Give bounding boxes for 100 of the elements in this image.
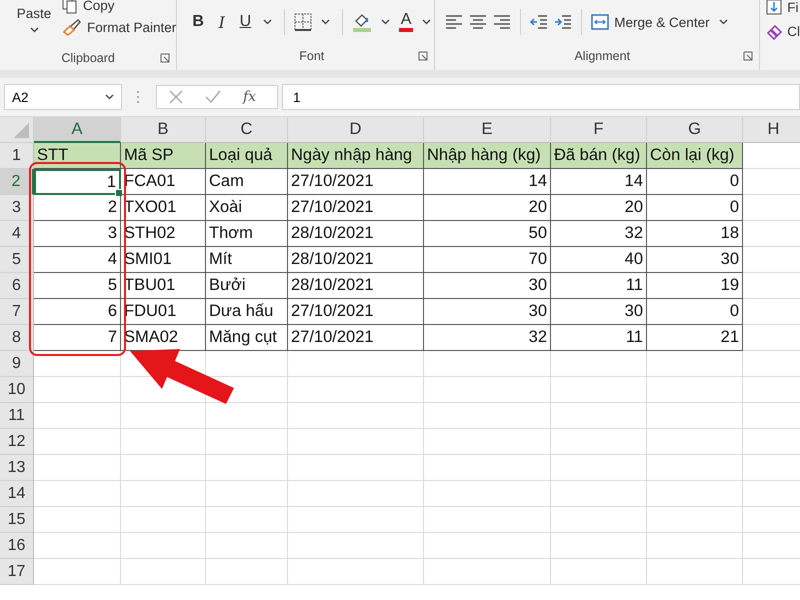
table-cell: 30 [424,273,551,299]
align-center-icon[interactable] [469,13,488,31]
row-header[interactable]: 5 [0,247,34,273]
table-cell: 1 [34,169,121,195]
fill-handle[interactable] [115,189,123,197]
column-header[interactable]: G [647,117,743,143]
dialog-launcher-icon[interactable] [743,51,754,61]
table-cell: 4 [34,247,121,273]
table-cell: 6 [34,299,121,325]
table-cell: 27/10/2021 [288,169,424,195]
eraser-icon[interactable] [766,22,782,40]
row-header[interactable]: 11 [0,403,34,429]
table-cell: 28/10/2021 [288,247,424,273]
table-cell: 40 [551,247,647,273]
decrease-indent-icon[interactable] [530,13,548,31]
table-cell: 20 [551,195,647,221]
table-cell: 14 [424,169,551,195]
table-cell: Ngày nhập hàng [288,143,424,169]
dialog-launcher-icon[interactable] [418,51,428,61]
table-cell: 27/10/2021 [288,195,424,221]
fill-bucket-icon[interactable] [352,12,372,32]
paste-button[interactable]: Paste [10,0,58,48]
copy-icon[interactable] [62,0,78,14]
table-cell: Còn lại (kg) [647,143,743,169]
row-header[interactable]: 2 [0,169,34,195]
table-cell: 19 [647,273,743,299]
row-header[interactable]: 14 [0,481,34,507]
table-cell: 11 [551,325,647,351]
row-header[interactable]: 9 [0,351,34,377]
group-label: Clipboard [61,51,115,65]
table-cell: 21 [647,325,743,351]
table-cell: STT [34,143,121,169]
column-header[interactable]: H [743,117,800,143]
borders-icon[interactable] [294,13,312,31]
fill-down-icon[interactable] [766,0,782,16]
column-header[interactable]: D [288,117,424,143]
table-cell: 28/10/2021 [288,221,424,247]
underline-button[interactable]: U [236,13,254,31]
column-header[interactable]: B [121,117,206,143]
caret-icon[interactable] [422,19,432,25]
caret-icon[interactable] [321,19,330,25]
row-header[interactable]: 3 [0,195,34,221]
grip-icon[interactable] [136,90,140,104]
row-header[interactable]: 1 [0,143,34,169]
ribbon-button[interactable]: Cl [766,20,800,42]
check-icon[interactable] [205,90,221,104]
table-cell: 0 [647,195,743,221]
row-header[interactable]: 4 [0,221,34,247]
caret-icon[interactable] [105,94,114,100]
row-header[interactable]: 10 [0,377,34,403]
insert-function-button[interactable]: fx [243,89,256,105]
caret-icon[interactable] [718,19,728,25]
table-cell: Cam [206,169,288,195]
row-header[interactable]: 16 [0,533,34,559]
table-cell: Mã SP [121,143,206,169]
table-cell: 30 [551,299,647,325]
row-header[interactable]: 13 [0,455,34,481]
table-cell: 18 [647,221,743,247]
row-header[interactable]: 7 [0,299,34,325]
table-cell: Bưởi [206,273,288,299]
merge-cells-icon[interactable] [591,13,610,31]
table-cell: 28/10/2021 [288,273,424,299]
table-cell: FCA01 [121,169,206,195]
table-cell: 0 [647,299,743,325]
dialog-launcher-icon[interactable] [160,53,170,63]
align-left-icon[interactable] [445,13,464,31]
row-header[interactable]: 8 [0,325,34,351]
column-header[interactable]: F [551,117,647,143]
formula-input[interactable]: 1 [282,84,800,110]
row-header[interactable]: 15 [0,507,34,533]
caret-icon[interactable] [263,19,272,25]
name-box[interactable]: A2 [4,84,122,110]
group-label: Font [299,49,324,63]
row-header[interactable]: 17 [0,559,34,585]
table-cell: Xoài [206,195,288,221]
copy-button[interactable]: Copy [62,0,176,14]
table-cell: 27/10/2021 [288,325,424,351]
column-header[interactable]: A [34,117,121,143]
table-cell: 32 [551,221,647,247]
increase-indent-icon[interactable] [554,13,572,31]
table-cell: 7 [34,325,121,351]
align-right-icon[interactable] [493,13,512,31]
row-header[interactable]: 12 [0,429,34,455]
ribbon-button[interactable]: Fi [766,0,800,18]
table-cell: 30 [424,299,551,325]
table-cell: 3 [34,221,121,247]
italic-button[interactable]: I [212,12,231,32]
font-color-button[interactable]: A [398,12,414,32]
table-cell: 20 [424,195,551,221]
format-painter-button[interactable]: Format Painter [62,18,176,36]
row-header[interactable]: 6 [0,273,34,299]
column-header[interactable]: C [206,117,288,143]
bold-button[interactable]: B [189,13,207,31]
column-header[interactable]: E [424,117,551,143]
caret-icon[interactable] [30,27,38,33]
table-cell: FDU01 [121,299,206,325]
paintbrush-icon[interactable] [62,18,82,36]
merge-center-button[interactable]: Merge & Center [591,13,710,31]
caret-icon[interactable] [380,19,390,25]
group-label: Alignment [574,49,630,63]
